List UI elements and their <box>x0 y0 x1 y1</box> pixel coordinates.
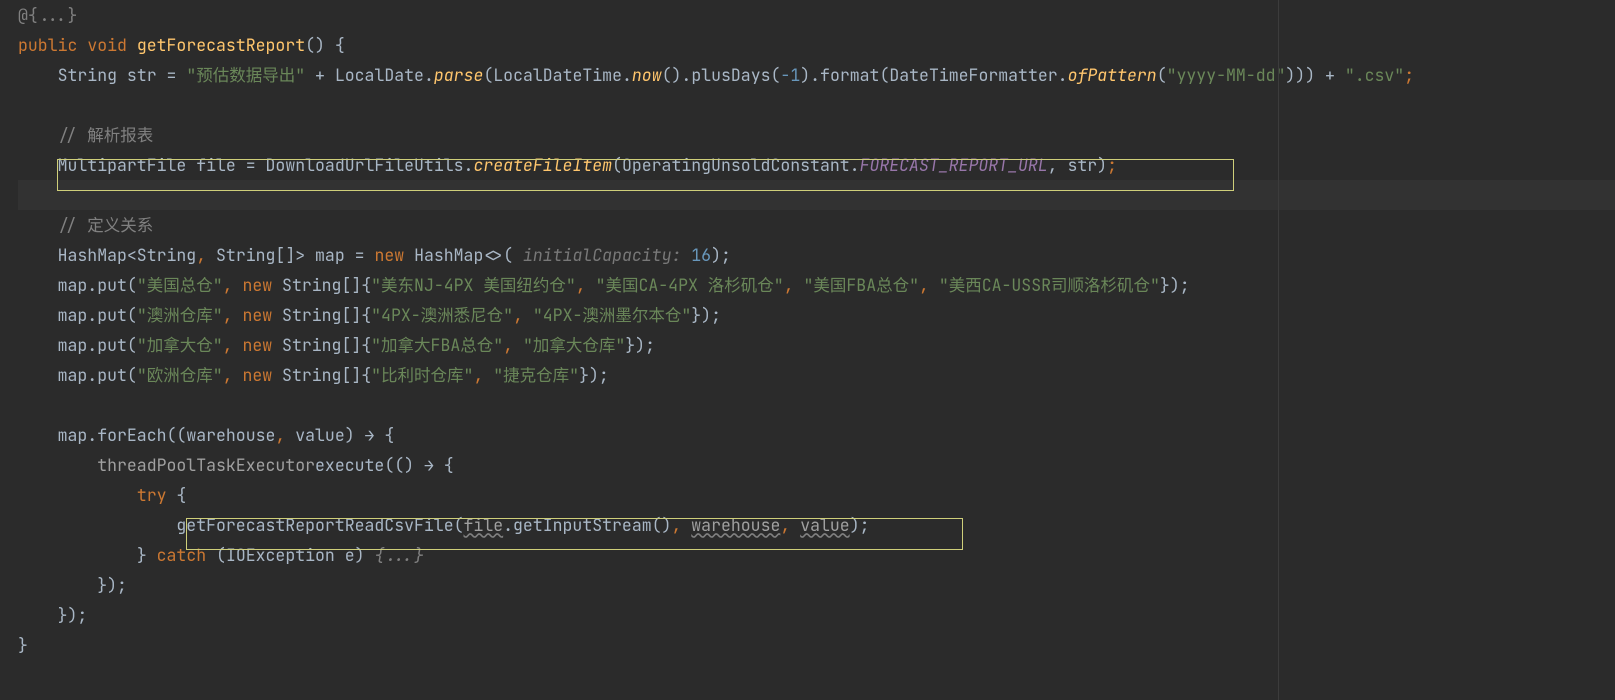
code-line-10[interactable]: map.put("美国总仓", new String[]{"美东NJ-4PX 美… <box>18 270 1615 300</box>
code-line-19[interactable]: } catch (IOException e) {...} <box>18 540 1615 570</box>
right-margin-rule <box>1278 0 1279 700</box>
code-line-16[interactable]: threadPoolTaskExecutorexecute(() → { <box>18 450 1615 480</box>
code-line-8[interactable]: // 定义关系 <box>18 210 1615 240</box>
code-line-1[interactable]: @{...} <box>18 0 1615 30</box>
annotation-fold[interactable]: @{...} <box>18 4 77 26</box>
code-editor[interactable]: @{...} public void getForecastReport() {… <box>0 0 1615 700</box>
catch-fold[interactable]: {...} <box>374 544 424 566</box>
code-line-9[interactable]: HashMap<String, String[]> map = new Hash… <box>18 240 1615 270</box>
code-line-13[interactable]: map.put("欧洲仓库", new String[]{"比利时仓库", "捷… <box>18 360 1615 390</box>
code-line-5[interactable]: // 解析报表 <box>18 120 1615 150</box>
code-line-7-caret[interactable] <box>18 180 1615 210</box>
code-line-4[interactable] <box>18 90 1615 120</box>
inlay-hint: initialCapacity: <box>523 244 691 266</box>
code-line-2[interactable]: public void getForecastReport() { <box>18 30 1615 60</box>
code-line-11[interactable]: map.put("澳洲仓库", new String[]{"4PX-澳洲悉尼仓"… <box>18 300 1615 330</box>
code-line-14[interactable] <box>18 390 1615 420</box>
code-line-18[interactable]: getForecastReportReadCsvFile(file.getInp… <box>18 510 1615 540</box>
code-line-21[interactable]: }); <box>18 600 1615 630</box>
code-line-17[interactable]: try { <box>18 480 1615 510</box>
code-line-20[interactable]: }); <box>18 570 1615 600</box>
code-line-12[interactable]: map.put("加拿大仓", new String[]{"加拿大FBA总仓",… <box>18 330 1615 360</box>
code-line-22[interactable]: } <box>18 630 1615 660</box>
code-line-3[interactable]: String str = "预估数据导出" + LocalDate.parse(… <box>18 60 1615 90</box>
code-line-15[interactable]: map.forEach((warehouse, value) → { <box>18 420 1615 450</box>
code-line-6[interactable]: MultipartFile file = DownloadUrlFileUtil… <box>18 150 1615 180</box>
